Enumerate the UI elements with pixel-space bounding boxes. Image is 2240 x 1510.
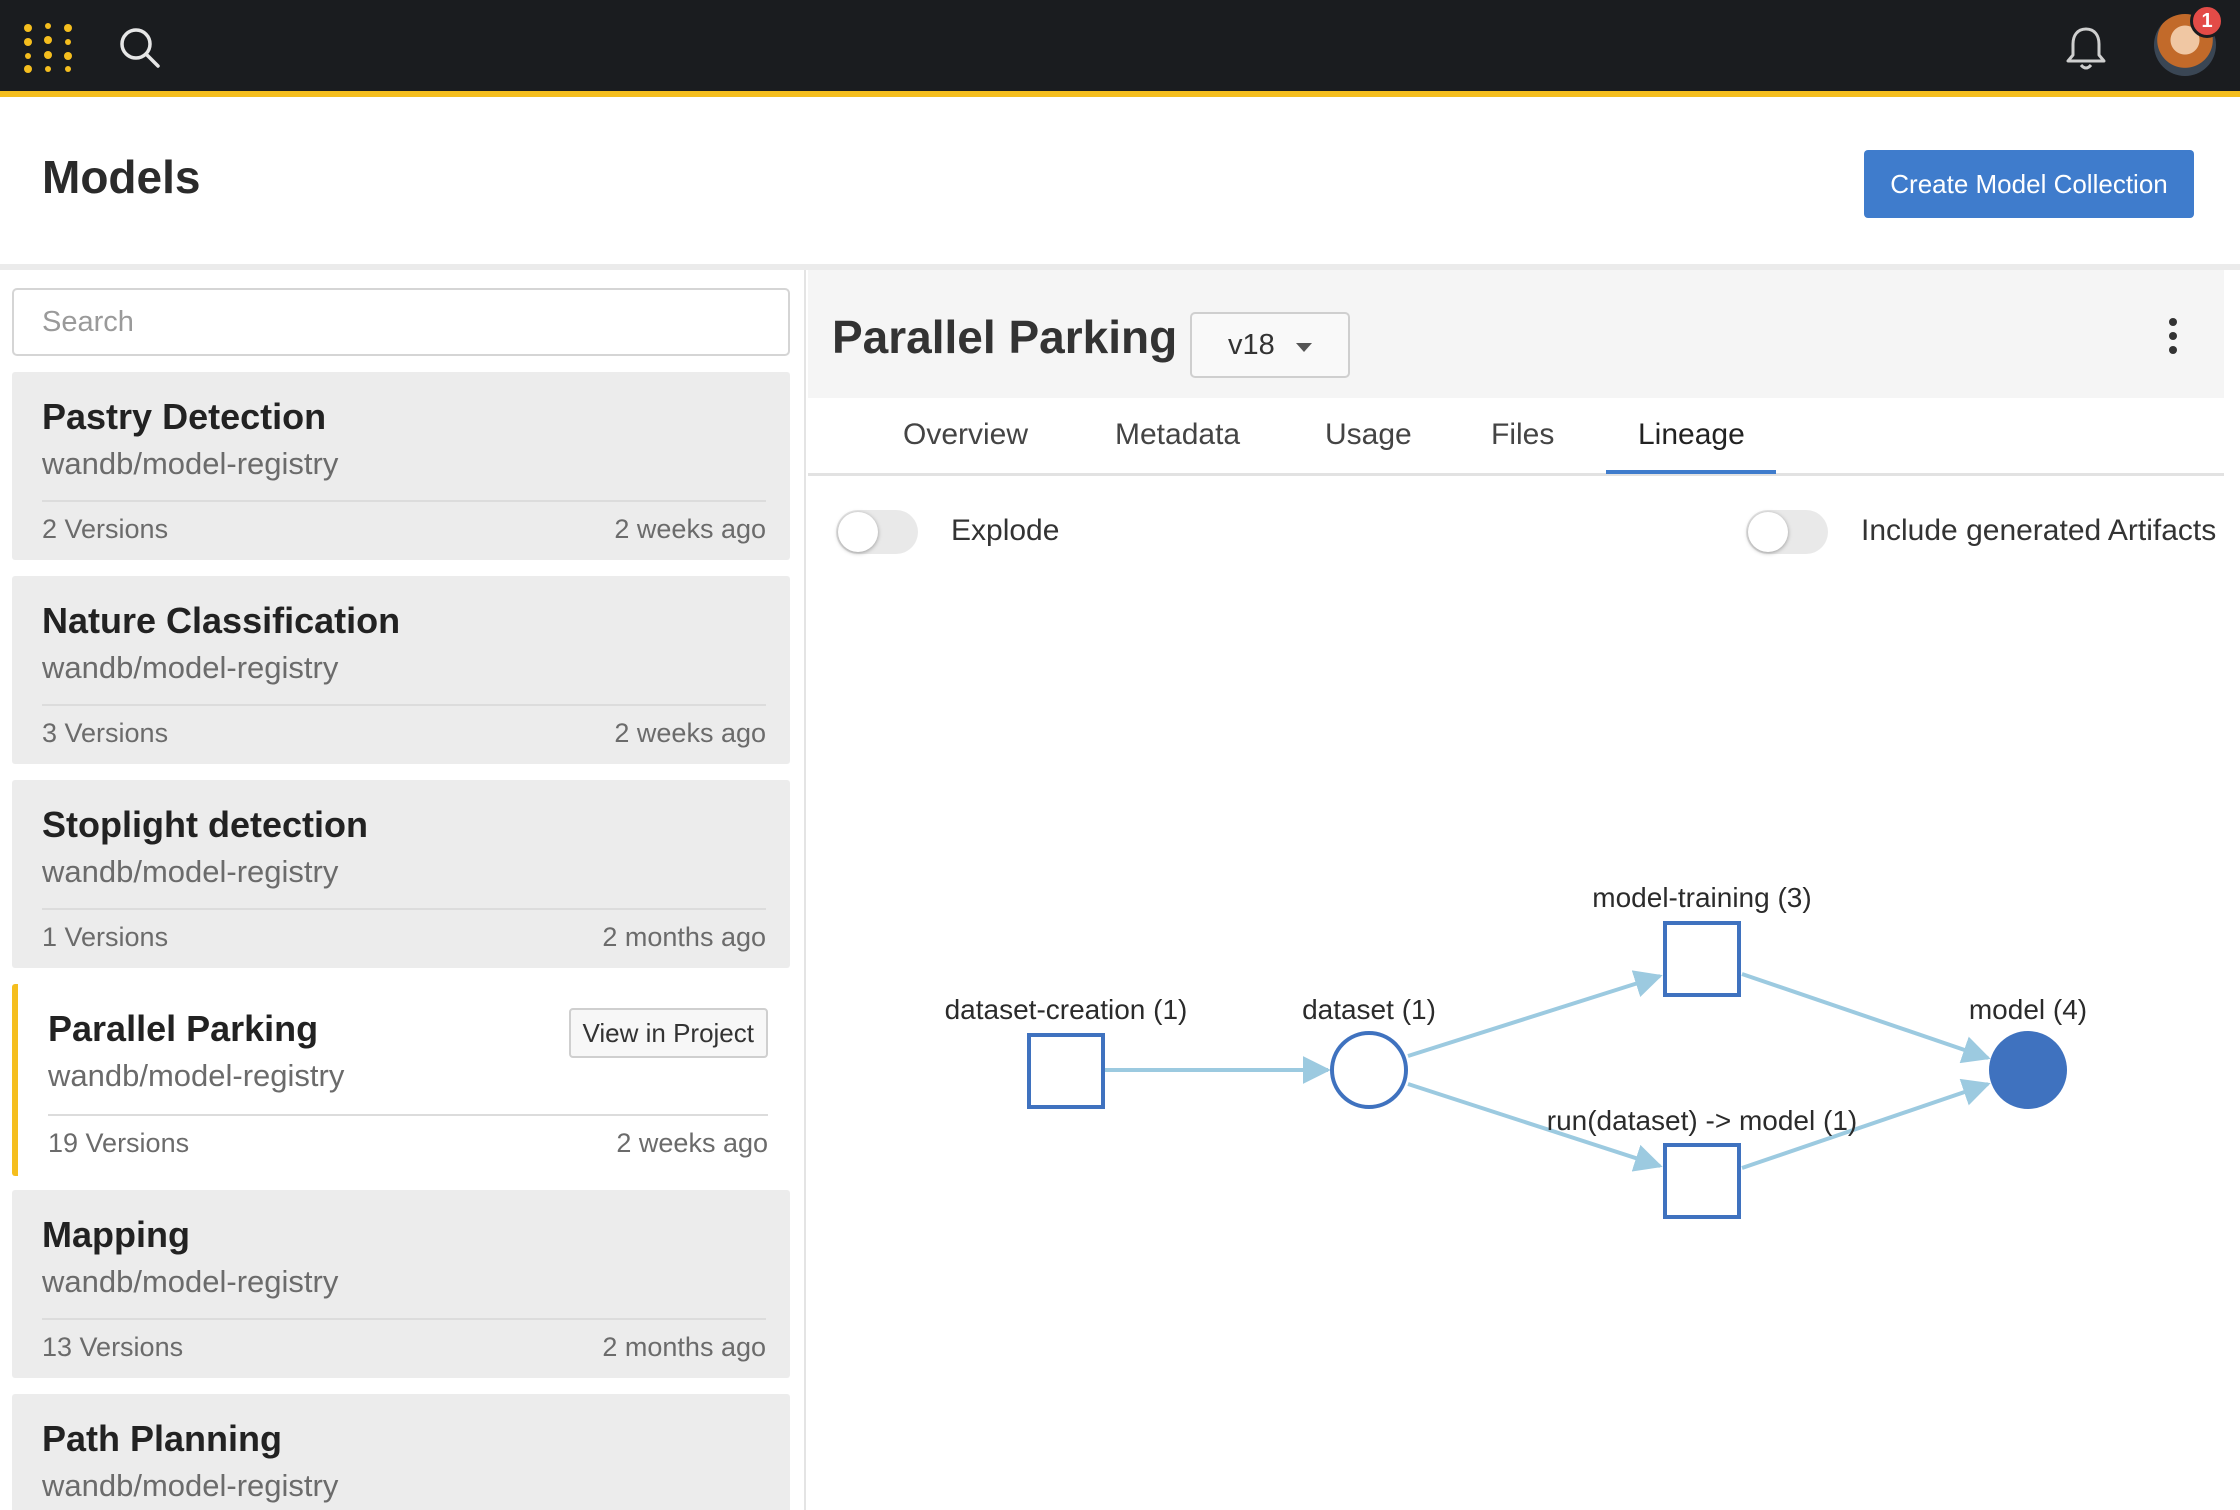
node-dataset[interactable]: [1330, 1031, 1408, 1109]
detail-tabs: Overview Metadata Usage Files Lineage: [808, 398, 2224, 476]
model-path: wandb/model-registry: [42, 446, 339, 481]
model-versions: 19 Versions: [48, 1128, 190, 1158]
detail-title: Parallel Parking: [832, 311, 1178, 363]
card-divider: [48, 1114, 768, 1116]
model-path: wandb/model-registry: [42, 650, 339, 685]
model-card[interactable]: Path Planning wandb/model-registry: [12, 1394, 790, 1510]
explode-label: Explode: [951, 514, 1060, 547]
model-updated: 2 months ago: [602, 1332, 766, 1362]
top-nav-bar: 1: [0, 0, 2240, 97]
model-card[interactable]: Nature Classification wandb/model-regist…: [12, 576, 790, 764]
tab-usage[interactable]: Usage: [1325, 418, 1412, 452]
model-path: wandb/model-registry: [42, 1264, 339, 1299]
model-versions: 3 Versions: [42, 718, 169, 748]
create-model-collection-button[interactable]: Create Model Collection: [1864, 150, 2194, 218]
model-updated: 2 weeks ago: [614, 514, 766, 544]
card-divider: [42, 500, 766, 502]
notification-badge: 1: [2190, 4, 2224, 38]
model-name: Pastry Detection: [42, 396, 327, 437]
tab-lineage[interactable]: Lineage: [1638, 418, 1745, 452]
model-updated: 2 weeks ago: [616, 1128, 768, 1158]
label-run-dataset-model: run(dataset) -> model (1): [1547, 1105, 1857, 1136]
model-path: wandb/model-registry: [48, 1058, 345, 1093]
app-menu-icon[interactable]: [22, 22, 74, 74]
model-path: wandb/model-registry: [42, 854, 339, 889]
active-tab-indicator: [1606, 470, 1776, 474]
model-list-sidebar: Pastry Detection wandb/model-registry 2 …: [0, 270, 806, 1510]
model-updated: 2 weeks ago: [614, 718, 766, 748]
lineage-graph: dataset-creation (1) dataset (1) model-t…: [945, 882, 2087, 1219]
model-updated: 2 months ago: [602, 922, 766, 952]
edge-model-training-to-model: [1741, 972, 1991, 1064]
explode-toggle[interactable]: [836, 510, 918, 554]
model-name: Mapping: [42, 1214, 190, 1255]
model-versions: 2 Versions: [42, 514, 169, 544]
model-name: Parallel Parking: [48, 1008, 319, 1049]
model-card[interactable]: Mapping wandb/model-registry 13 Versions…: [12, 1190, 790, 1378]
node-run-dataset-model[interactable]: [1663, 1143, 1741, 1219]
card-divider: [42, 704, 766, 706]
tab-metadata[interactable]: Metadata: [1115, 418, 1240, 452]
search-icon[interactable]: [118, 26, 162, 70]
chevron-down-icon: [1296, 343, 1312, 352]
node-model[interactable]: [1989, 1031, 2067, 1109]
model-versions: 13 Versions: [42, 1332, 184, 1362]
bell-icon[interactable]: [2064, 24, 2108, 72]
page-title: Models: [42, 151, 201, 203]
model-card-selected[interactable]: Parallel Parking View in Project wandb/m…: [12, 984, 804, 1176]
include-generated-label: Include generated Artifacts: [1861, 514, 2217, 547]
model-name: Stoplight detection: [42, 804, 368, 845]
label-dataset: dataset (1): [1302, 994, 1436, 1025]
view-in-project-button[interactable]: View in Project: [568, 1008, 768, 1058]
search-input[interactable]: [12, 288, 790, 356]
version-value: v18: [1228, 328, 1275, 361]
tab-files[interactable]: Files: [1491, 418, 1554, 452]
include-generated-toggle[interactable]: [1746, 510, 1828, 554]
model-card[interactable]: Stoplight detection wandb/model-registry…: [12, 780, 790, 968]
label-dataset-creation: dataset-creation (1): [945, 994, 1188, 1025]
model-name: Path Planning: [42, 1418, 283, 1459]
detail-header: Parallel Parking v18: [808, 270, 2224, 398]
label-model-training: model-training (3): [1592, 882, 1811, 913]
model-card[interactable]: Pastry Detection wandb/model-registry 2 …: [12, 372, 790, 560]
version-dropdown[interactable]: v18: [1190, 312, 1350, 378]
label-model: model (4): [1969, 994, 2087, 1025]
node-model-training[interactable]: [1663, 921, 1741, 997]
more-options-icon[interactable]: [2158, 314, 2188, 364]
model-name: Nature Classification: [42, 600, 401, 641]
node-dataset-creation[interactable]: [1027, 1033, 1105, 1109]
card-divider: [42, 1318, 766, 1320]
tab-overview[interactable]: Overview: [903, 418, 1028, 452]
model-path: wandb/model-registry: [42, 1468, 339, 1503]
model-versions: 1 Versions: [42, 922, 169, 952]
edge-dataset-to-model-training: [1407, 970, 1663, 1058]
card-divider: [42, 908, 766, 910]
